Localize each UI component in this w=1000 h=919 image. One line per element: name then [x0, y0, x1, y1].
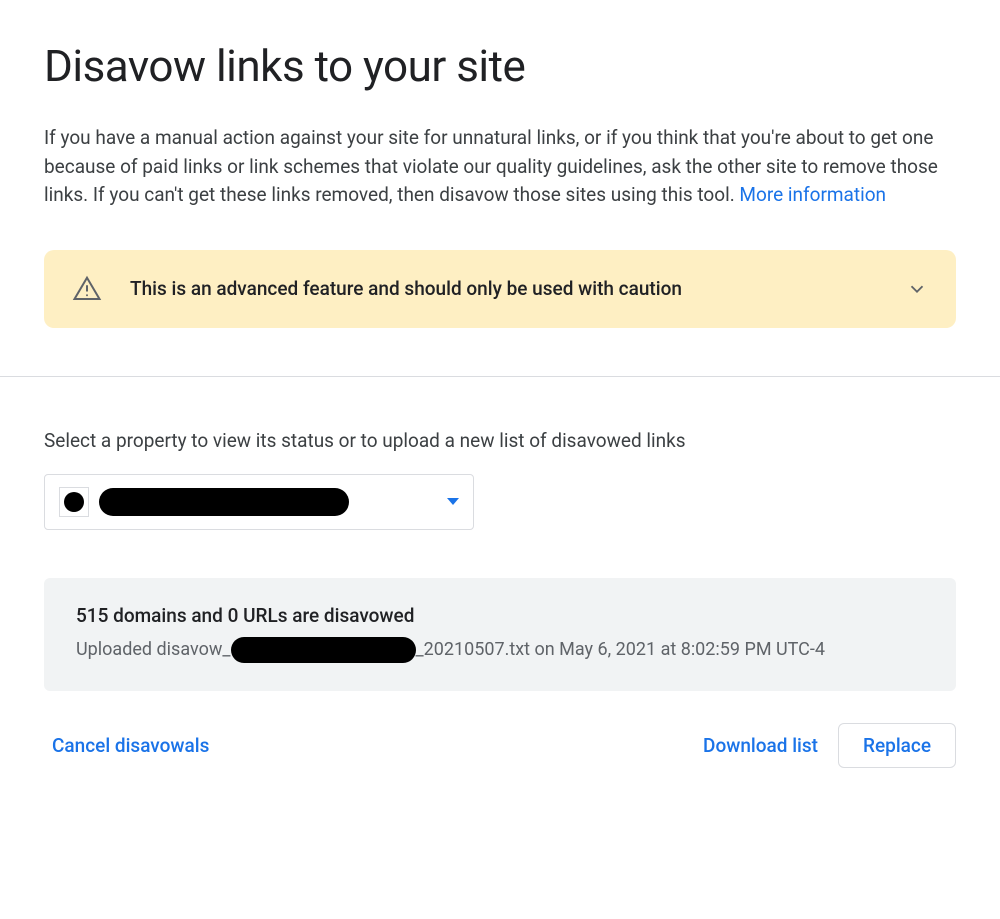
warning-banner[interactable]: This is an advanced feature and should o…: [44, 250, 956, 328]
action-bar: Cancel disavowals Download list Replace: [44, 717, 956, 774]
replace-button[interactable]: Replace: [838, 723, 956, 768]
status-upload-info: Uploaded disavow_ _20210507.txt on May 6,…: [76, 637, 924, 663]
status-headline: 515 domains and 0 URLs are disavowed: [76, 604, 924, 627]
page-description: If you have a manual action against your…: [44, 124, 956, 210]
property-name-redacted: [99, 488, 349, 516]
warning-triangle-icon: [72, 274, 102, 304]
select-property-label: Select a property to view its status or …: [44, 429, 956, 452]
warning-text: This is an advanced feature and should o…: [130, 277, 878, 300]
page-title: Disavow links to your site: [44, 40, 956, 92]
disavow-status-card: 515 domains and 0 URLs are disavowed Upl…: [44, 578, 956, 691]
download-list-button[interactable]: Download list: [695, 724, 826, 767]
upload-suffix: _20210507.txt on May 6, 2021 at 8:02:59 …: [416, 639, 825, 660]
more-information-link[interactable]: More information: [739, 183, 886, 206]
section-divider: [0, 376, 1000, 377]
property-favicon: [59, 487, 89, 517]
cancel-disavowals-button[interactable]: Cancel disavowals: [44, 724, 217, 767]
chevron-down-icon: [906, 278, 928, 300]
upload-prefix: Uploaded disavow_: [76, 639, 231, 660]
dropdown-arrow-icon: [447, 498, 459, 505]
upload-filename-redacted: [231, 637, 416, 663]
property-dropdown[interactable]: [44, 474, 474, 530]
